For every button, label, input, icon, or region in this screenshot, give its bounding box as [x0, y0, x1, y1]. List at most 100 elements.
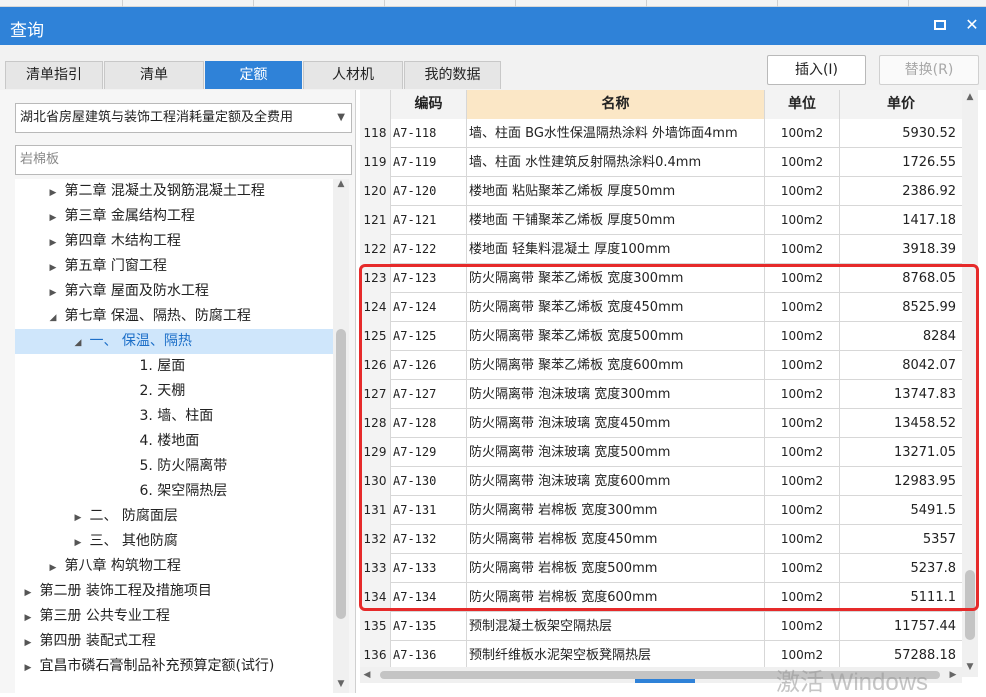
parent-window-strip: [0, 0, 986, 7]
scroll-up-icon[interactable]: ▲: [333, 179, 349, 189]
tree-node[interactable]: ◢ 第七章 保温、隔热、防腐工程: [15, 304, 251, 329]
chevron-right-icon[interactable]: ▶: [46, 231, 60, 256]
table-row[interactable]: 121 A7-121 楼地面 干铺聚苯乙烯板 厚度50mm 100m2 1417.18: [360, 206, 963, 235]
scroll-thumb[interactable]: [965, 570, 975, 640]
chevron-right-icon[interactable]: ▶: [46, 281, 60, 306]
tree-node[interactable]: ▶ 二、 防腐面层: [15, 504, 178, 529]
scroll-right-icon[interactable]: ▶: [946, 667, 960, 683]
chevron-right-icon[interactable]: ▶: [71, 531, 85, 556]
cell-unit: 100m2: [765, 409, 840, 438]
row-index: 134: [360, 583, 391, 612]
table-vscrollbar[interactable]: ▲ ▼: [962, 90, 978, 677]
table-row[interactable]: 126 A7-126 防火隔离带 聚苯乙烯板 宽度600mm 100m2 8042.07: [360, 351, 963, 380]
chevron-right-icon[interactable]: ▶: [21, 631, 35, 656]
cell-price: 5491.5: [840, 496, 963, 525]
scroll-up-icon[interactable]: ▲: [962, 92, 978, 102]
table-row[interactable]: 123 A7-123 防火隔离带 聚苯乙烯板 宽度300mm 100m2 8768.05: [360, 264, 963, 293]
tree-node[interactable]: ▶ 第八章 构筑物工程: [15, 554, 181, 579]
search-input[interactable]: 岩棉板: [15, 145, 352, 175]
tab-list-guide[interactable]: 清单指引: [5, 61, 103, 89]
table-row[interactable]: 134 A7-134 防火隔离带 岩棉板 宽度600mm 100m2 5111.1: [360, 583, 963, 612]
chevron-right-icon[interactable]: ▶: [21, 656, 35, 681]
table-row[interactable]: 122 A7-122 楼地面 轻集料混凝土 厚度100mm 100m2 3918.39: [360, 235, 963, 264]
tree-node[interactable]: 6. 架空隔热层: [15, 479, 227, 504]
table-row[interactable]: 133 A7-133 防火隔离带 岩棉板 宽度500mm 100m2 5237.8: [360, 554, 963, 583]
tree-node[interactable]: ▶ 第六章 屋面及防水工程: [15, 279, 209, 304]
chevron-right-icon[interactable]: ▶: [46, 181, 60, 206]
cell-code: A7-121: [391, 206, 467, 235]
table-row[interactable]: 130 A7-130 防火隔离带 泡沫玻璃 宽度600mm 100m2 12983.95: [360, 467, 963, 496]
chevron-right-icon[interactable]: ▶: [46, 556, 60, 581]
table-row[interactable]: 129 A7-129 防火隔离带 泡沫玻璃 宽度500mm 100m2 13271.05: [360, 438, 963, 467]
header-name[interactable]: 名称: [467, 90, 765, 119]
table-row[interactable]: 135 A7-135 预制混凝土板架空隔热层 100m2 11757.44: [360, 612, 963, 641]
table-row[interactable]: 124 A7-124 防火隔离带 聚苯乙烯板 宽度450mm 100m2 8525.99: [360, 293, 963, 322]
scroll-down-icon[interactable]: ▼: [962, 662, 978, 672]
header-unit[interactable]: 单位: [765, 90, 840, 119]
table-row[interactable]: 131 A7-131 防火隔离带 岩棉板 宽度300mm 100m2 5491.5: [360, 496, 963, 525]
title-bar: 查询 ✕: [0, 7, 986, 45]
activation-watermark: 激活 Windows: [776, 669, 929, 696]
tree-node[interactable]: ▶ 宜昌市磷石膏制品补充预算定额(试行): [15, 654, 275, 681]
chevron-right-icon[interactable]: ▶: [71, 506, 85, 531]
cell-price: 13458.52: [840, 409, 963, 438]
table-row[interactable]: 127 A7-127 防火隔离带 泡沫玻璃 宽度300mm 100m2 13747.83: [360, 380, 963, 409]
tab-materials[interactable]: 人材机: [303, 61, 403, 89]
tree-node[interactable]: 3. 墙、柱面: [15, 404, 213, 429]
scroll-down-icon[interactable]: ▼: [333, 679, 349, 689]
tree-node[interactable]: 1. 屋面: [15, 354, 185, 379]
row-index: 132: [360, 525, 391, 554]
tree-node[interactable]: 4. 楼地面: [15, 429, 199, 454]
header-code[interactable]: 编码: [391, 90, 467, 119]
cell-code: A7-122: [391, 235, 467, 264]
tree-scrollbar[interactable]: ▲ ▼: [333, 179, 349, 693]
header-price[interactable]: 单价: [840, 90, 963, 119]
tree-node[interactable]: 5. 防火隔离带: [15, 454, 227, 479]
cell-name: 防火隔离带 泡沫玻璃 宽度600mm: [467, 467, 765, 496]
restore-icon[interactable]: [930, 15, 950, 35]
scroll-left-icon[interactable]: ◀: [360, 667, 374, 683]
scroll-thumb[interactable]: [336, 329, 346, 619]
tree-node[interactable]: ▶ 第三章 金属结构工程: [15, 204, 195, 229]
replace-button[interactable]: 替换(R): [879, 55, 979, 85]
cell-name: 防火隔离带 岩棉板 宽度600mm: [467, 583, 765, 612]
cell-code: A7-132: [391, 525, 467, 554]
chevron-right-icon[interactable]: ▶: [21, 606, 35, 631]
cell-unit: 100m2: [765, 583, 840, 612]
table-row[interactable]: 125 A7-125 防火隔离带 聚苯乙烯板 宽度500mm 100m2 8284: [360, 322, 963, 351]
tree-node[interactable]: 2. 天棚: [15, 379, 185, 404]
close-icon[interactable]: ✕: [962, 15, 982, 35]
cell-unit: 100m2: [765, 119, 840, 148]
cell-name: 楼地面 粘贴聚苯乙烯板 厚度50mm: [467, 177, 765, 206]
insert-button[interactable]: 插入(I): [767, 55, 866, 85]
tree-node-label: 第三册 公共专业工程: [39, 608, 170, 624]
cell-code: A7-135: [391, 612, 467, 641]
table-row[interactable]: 120 A7-120 楼地面 粘贴聚苯乙烯板 厚度50mm 100m2 2386.92: [360, 177, 963, 206]
chevron-expanded-icon[interactable]: ◢: [46, 306, 60, 331]
tree-node[interactable]: ▶ 第五章 门窗工程: [15, 254, 167, 279]
chevron-right-icon[interactable]: ▶: [21, 581, 35, 606]
tree-node[interactable]: ▶ 第三册 公共专业工程: [15, 604, 170, 629]
tab-list[interactable]: 清单: [104, 61, 204, 89]
tree-node[interactable]: ▶ 第四章 木结构工程: [15, 229, 181, 254]
table-row[interactable]: 119 A7-119 墙、柱面 水性建筑反射隔热涂料0.4mm 100m2 1726.5…: [360, 148, 963, 177]
tab-quota[interactable]: 定额: [205, 61, 302, 89]
quota-book-select[interactable]: 湖北省房屋建筑与装饰工程消耗量定额及全费用 ▼: [15, 103, 352, 133]
table-row[interactable]: 132 A7-132 防火隔离带 岩棉板 宽度450mm 100m2 5357: [360, 525, 963, 554]
tab-label: 人材机: [332, 67, 374, 83]
cell-price: 5357: [840, 525, 963, 554]
tree-node[interactable]: ▶ 第四册 装配式工程: [15, 629, 156, 654]
tab-my-data[interactable]: 我的数据: [404, 61, 501, 89]
chevron-right-icon[interactable]: ▶: [46, 256, 60, 281]
tab-label: 清单: [140, 67, 168, 83]
cell-code: A7-136: [391, 641, 467, 670]
scroll-indicator: [635, 679, 695, 683]
table-row[interactable]: 118 A7-118 墙、柱面 BG水性保温隔热涂料 外墙饰面4mm 100m2 593…: [360, 119, 963, 148]
table-row[interactable]: 128 A7-128 防火隔离带 泡沫玻璃 宽度450mm 100m2 13458.52: [360, 409, 963, 438]
tree-node[interactable]: ▶ 第二章 混凝土及钢筋混凝土工程: [15, 179, 265, 204]
chevron-right-icon[interactable]: ▶: [46, 206, 60, 231]
chevron-expanded-icon[interactable]: ◢: [71, 331, 85, 356]
tree-node[interactable]: ▶ 第二册 装饰工程及措施项目: [15, 579, 212, 604]
tree-node[interactable]: ▶ 三、 其他防腐: [15, 529, 178, 554]
tree-node[interactable]: ◢ 一、 保温、隔热: [15, 329, 333, 354]
